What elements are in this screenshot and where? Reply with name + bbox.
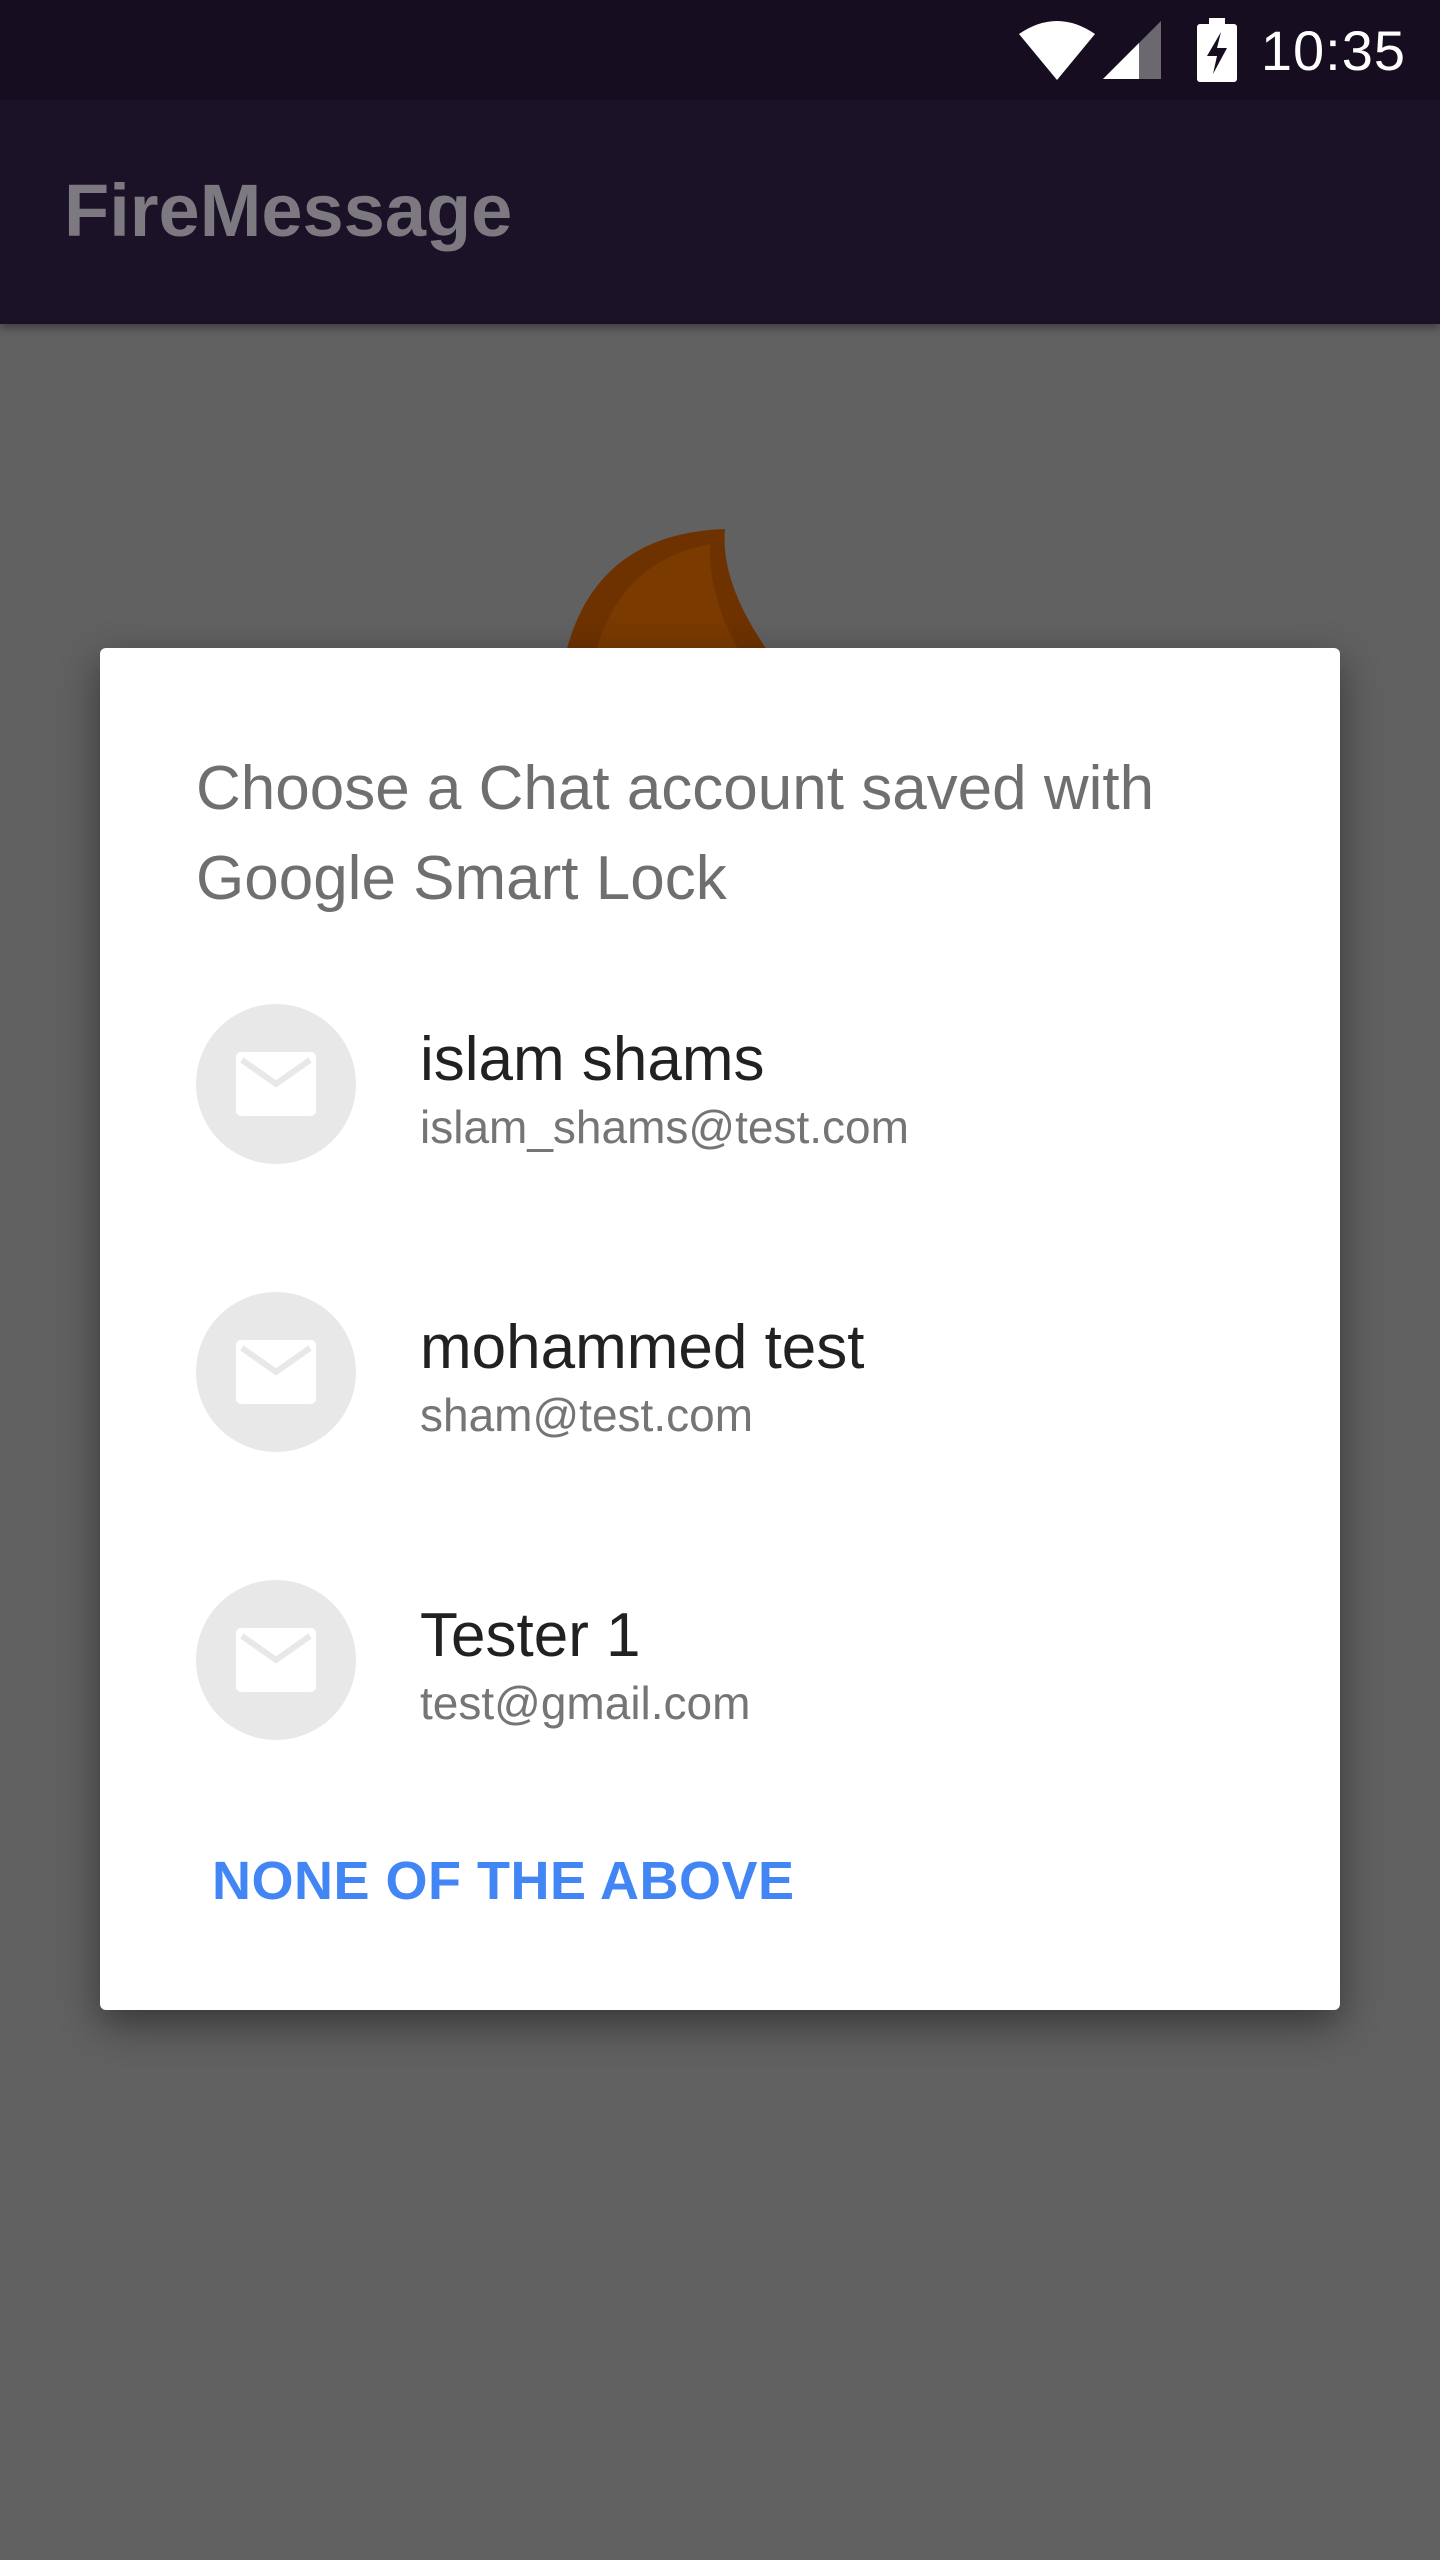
- mail-icon: [236, 1628, 316, 1697]
- account-name: Tester 1: [420, 1601, 641, 1670]
- account-email: sham@test.com: [420, 1389, 754, 1441]
- account-item[interactable]: Tester 1 test@gmail.com: [100, 1560, 1340, 1820]
- app-bar: FireMessage: [0, 100, 1440, 324]
- battery-charging-icon: [1196, 18, 1237, 82]
- wifi-icon: [1018, 20, 1095, 80]
- signal-icon: [1102, 21, 1161, 79]
- account-email: test@gmail.com: [420, 1677, 751, 1729]
- none-of-the-above-button[interactable]: NONE OF THE ABOVE: [212, 1850, 795, 1912]
- account-name: islam shams: [420, 1025, 765, 1094]
- mail-icon: [236, 1340, 316, 1409]
- status-bar: 10:35: [0, 0, 1440, 100]
- clock: 10:35: [1260, 18, 1406, 82]
- account-item[interactable]: mohammed test sham@test.com: [100, 1272, 1340, 1532]
- avatar: [196, 1004, 356, 1164]
- app-title: FireMessage: [64, 169, 513, 252]
- status-icons: 10:35: [1018, 0, 1440, 100]
- account-chooser-dialog: Choose a Chat account saved with Google …: [100, 648, 1340, 2010]
- account-email: islam_shams@test.com: [420, 1101, 909, 1153]
- avatar: [196, 1292, 356, 1452]
- avatar: [196, 1580, 356, 1740]
- dialog-title: Choose a Chat account saved with Google …: [196, 754, 1155, 913]
- account-item[interactable]: islam shams islam_shams@test.com: [100, 984, 1340, 1244]
- account-name: mohammed test: [420, 1313, 865, 1382]
- mail-icon: [236, 1052, 316, 1121]
